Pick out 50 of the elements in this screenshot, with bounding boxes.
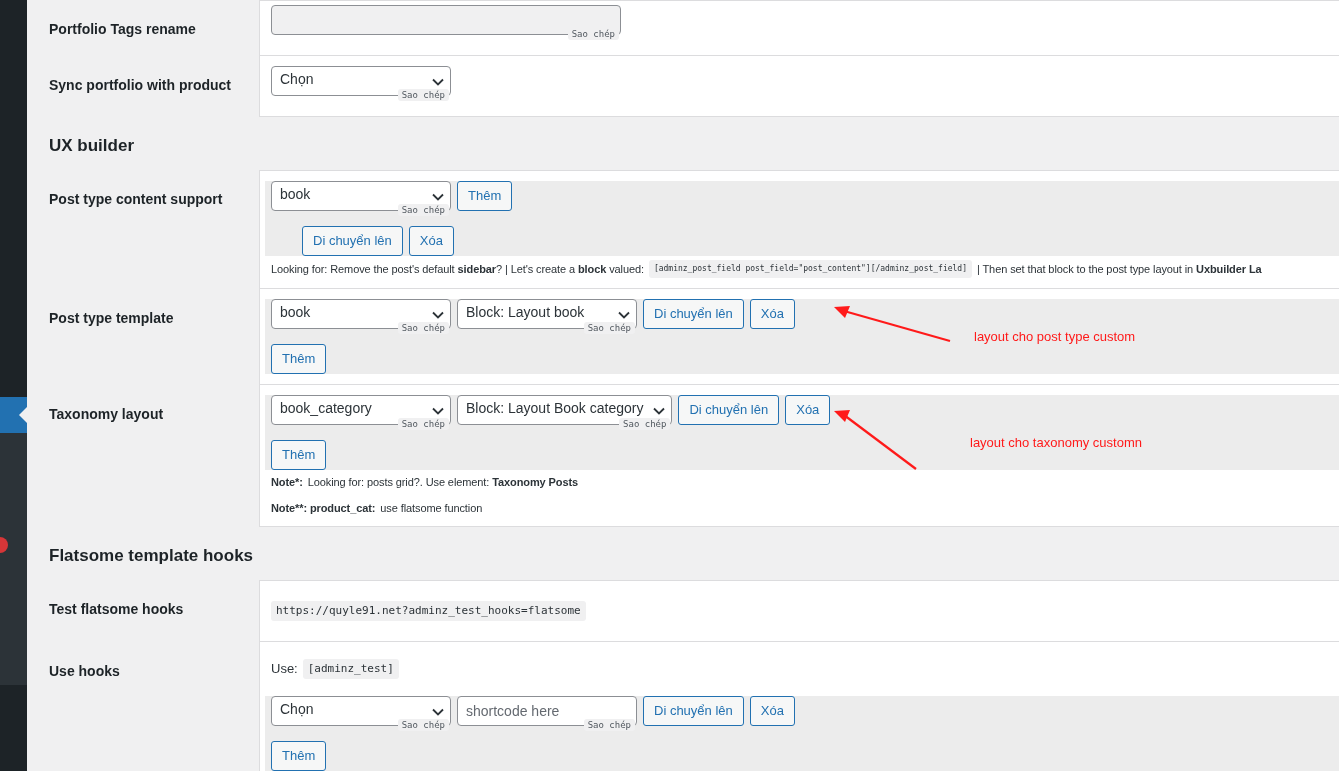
sidebar-item[interactable] xyxy=(0,397,27,433)
code-snippet: https://quyle91.net?adminz_test_hooks=flatsome xyxy=(271,601,586,621)
chevron-down-icon xyxy=(653,407,666,415)
annotation-text: layout cho post type custom xyxy=(974,328,1136,346)
field-label: Sync portfolio with product xyxy=(48,76,232,95)
field-label: Test flatsome hooks xyxy=(48,600,185,619)
description-text: | Then set that block to the post type layout in Uxbuilder La xyxy=(977,262,1262,277)
note-label: Note**: product_cat: xyxy=(271,501,376,516)
chevron-down-icon xyxy=(432,78,444,86)
description-text: Use: xyxy=(271,660,298,678)
code-snippet: [adminz_post_field post_field="post_content"][/adminz_post_field] xyxy=(648,260,972,278)
chevron-down-icon xyxy=(432,311,444,319)
copy-label[interactable]: Sao chép xyxy=(583,719,635,731)
copy-label[interactable]: Sao chép xyxy=(397,204,449,216)
action-button[interactable]: Di chuyển lên xyxy=(678,395,780,425)
action-button[interactable]: Thêm xyxy=(271,741,327,771)
action-button[interactable]: Xóa xyxy=(749,696,795,726)
field-label: Post type content support xyxy=(48,190,224,209)
field-label: Taxonomy layout xyxy=(48,405,165,424)
copy-label[interactable]: Sao chép xyxy=(397,89,449,101)
action-button[interactable]: Thêm xyxy=(457,181,513,211)
chevron-down-icon xyxy=(618,311,630,319)
current-indicator-icon xyxy=(19,407,27,423)
field-label: Portfolio Tags rename xyxy=(48,20,197,39)
copy-label[interactable]: Sao chép xyxy=(397,322,449,334)
action-button[interactable]: Xóa xyxy=(408,226,454,256)
action-button[interactable]: Thêm xyxy=(271,344,327,374)
section-heading: Flatsome template hooks xyxy=(48,545,255,567)
action-button[interactable]: Di chuyển lên xyxy=(643,299,744,329)
action-button[interactable]: Xóa xyxy=(749,299,795,329)
action-button[interactable]: Di chuyển lên xyxy=(302,226,403,256)
copy-label[interactable]: Sao chép xyxy=(397,719,449,731)
action-button[interactable]: Di chuyển lên xyxy=(643,696,744,726)
section-heading: UX builder xyxy=(48,135,135,157)
chevron-down-icon xyxy=(432,407,444,415)
action-button[interactable]: Thêm xyxy=(271,440,327,470)
chevron-down-icon xyxy=(432,193,444,201)
field-label: Use hooks xyxy=(48,662,121,681)
action-button[interactable]: Xóa xyxy=(785,395,831,425)
annotation-text: layout cho taxonomy customn xyxy=(970,434,1142,452)
description-text: Looking for: posts grid?. Use element: Taxonomy Posts xyxy=(307,475,579,490)
description-text: Looking for: Remove the post's default sidebar? | Let's create a block valued: xyxy=(271,262,644,277)
field-label: Post type template xyxy=(48,309,175,328)
note-label: Note*: xyxy=(271,475,303,490)
code-snippet: [adminz_test] xyxy=(302,659,399,679)
copy-label[interactable]: Sao chép xyxy=(583,322,635,334)
copy-label[interactable]: Sao chép xyxy=(397,418,449,430)
copy-label[interactable]: Sao chép xyxy=(619,418,671,430)
chevron-down-icon xyxy=(432,708,444,716)
description-text: use flatsome function xyxy=(380,501,483,516)
